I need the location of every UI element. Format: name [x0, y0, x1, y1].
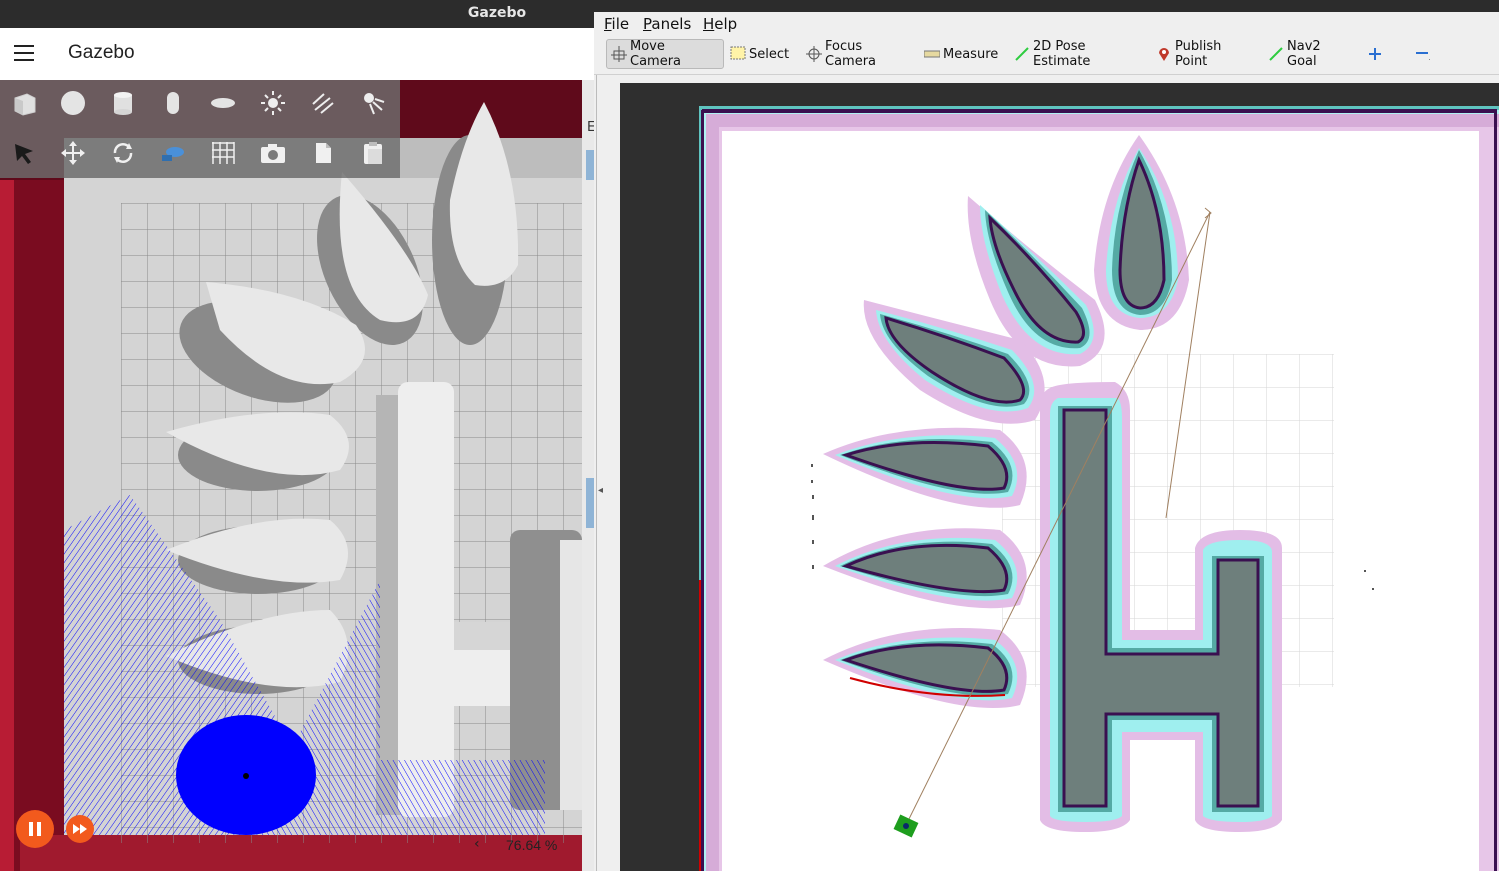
select-cursor-icon[interactable]: [9, 138, 39, 168]
focus-camera-icon: [806, 46, 822, 62]
directional-light-icon[interactable]: [308, 88, 338, 118]
plus-icon[interactable]: [1364, 39, 1388, 69]
chevron-left-icon[interactable]: ‹: [474, 836, 480, 852]
costmap-render: [620, 83, 1499, 871]
rotate-icon[interactable]: [108, 138, 138, 168]
pose-estimate-arrow-icon: [1014, 46, 1030, 62]
tool-focus-camera[interactable]: Focus Camera: [802, 39, 914, 69]
gazebo-title-bar: Gazebo: [0, 0, 594, 28]
gazebo-3d-scene[interactable]: [0, 80, 582, 871]
ellipsoid-icon[interactable]: [208, 88, 238, 118]
spot-light-icon[interactable]: [358, 88, 388, 118]
menu-file[interactable]: File: [604, 15, 629, 33]
transform-control-icon[interactable]: [158, 138, 188, 168]
tool-publish-point[interactable]: Publish Point: [1152, 39, 1258, 69]
pause-icon[interactable]: [16, 810, 54, 848]
gazebo-window-title: Gazebo: [467, 5, 527, 21]
rviz-window: File Panels Help Move Camera Select Focu…: [594, 0, 1499, 871]
tool-label: Publish Point: [1175, 39, 1222, 69]
tool-label: Focus Camera: [825, 39, 877, 69]
rviz-3d-view[interactable]: [620, 83, 1499, 871]
cylinder-icon[interactable]: [108, 88, 138, 118]
gazebo-app-bar: Gazebo: [0, 28, 594, 80]
real-time-factor: 76.64 %: [506, 837, 558, 853]
hamburger-menu-icon[interactable]: [14, 45, 34, 61]
point-light-icon[interactable]: [258, 88, 288, 118]
side-panel-fold-glyph: E: [587, 120, 594, 135]
menu-help[interactable]: Help: [703, 15, 737, 33]
move-camera-icon: [611, 46, 627, 62]
gazebo-app-title: Gazebo: [68, 42, 135, 63]
screenshot-camera-icon[interactable]: [258, 138, 288, 168]
nav2-goal-arrow-icon: [1268, 46, 1284, 62]
copy-icon[interactable]: [308, 138, 338, 168]
dock-collapse-icon[interactable]: ◂: [598, 485, 603, 496]
box-icon[interactable]: [9, 88, 39, 118]
rviz-side-dock: ◂: [594, 75, 620, 871]
gazebo-window: Gazebo Gazebo E ‹ 76.64 %: [0, 0, 594, 871]
minus-icon[interactable]: [1410, 39, 1434, 69]
scene-render: [0, 80, 582, 871]
translate-icon[interactable]: [58, 138, 88, 168]
paste-icon[interactable]: [358, 138, 388, 168]
tool-label: Measure: [943, 46, 999, 62]
tool-label: Nav2 Goal: [1287, 39, 1321, 69]
gazebo-toolbar: [0, 80, 400, 178]
side-panel-tab-middle[interactable]: [586, 478, 594, 528]
grid-snap-icon[interactable]: [208, 138, 238, 168]
tool-2d-pose-estimate[interactable]: 2D Pose Estimate: [1010, 39, 1134, 69]
rviz-title-bar: [594, 0, 1499, 12]
rviz-tool-bar: Move Camera Select Focus Camera Measure …: [594, 36, 1499, 75]
tool-nav2-goal[interactable]: Nav2 Goal: [1264, 39, 1354, 69]
publish-point-pin-icon: [1156, 46, 1172, 62]
fast-forward-icon[interactable]: [66, 815, 94, 843]
tool-label: 2D Pose Estimate: [1033, 39, 1091, 69]
tool-measure[interactable]: Measure: [920, 39, 1010, 69]
gazebo-side-panel-handle[interactable]: E: [582, 80, 594, 871]
tool-move-camera[interactable]: Move Camera: [606, 39, 724, 69]
rviz-menu-bar: File Panels Help: [594, 12, 1499, 36]
select-icon: [730, 46, 746, 62]
tool-select[interactable]: Select: [726, 39, 796, 69]
side-panel-tab-top[interactable]: [586, 150, 594, 180]
sphere-icon[interactable]: [58, 88, 88, 118]
measure-icon: [923, 46, 941, 62]
capsule-icon[interactable]: [158, 88, 188, 118]
menu-panels[interactable]: Panels: [643, 15, 691, 33]
tool-label: Move Camera: [630, 39, 682, 69]
tool-label: Select: [749, 46, 790, 62]
